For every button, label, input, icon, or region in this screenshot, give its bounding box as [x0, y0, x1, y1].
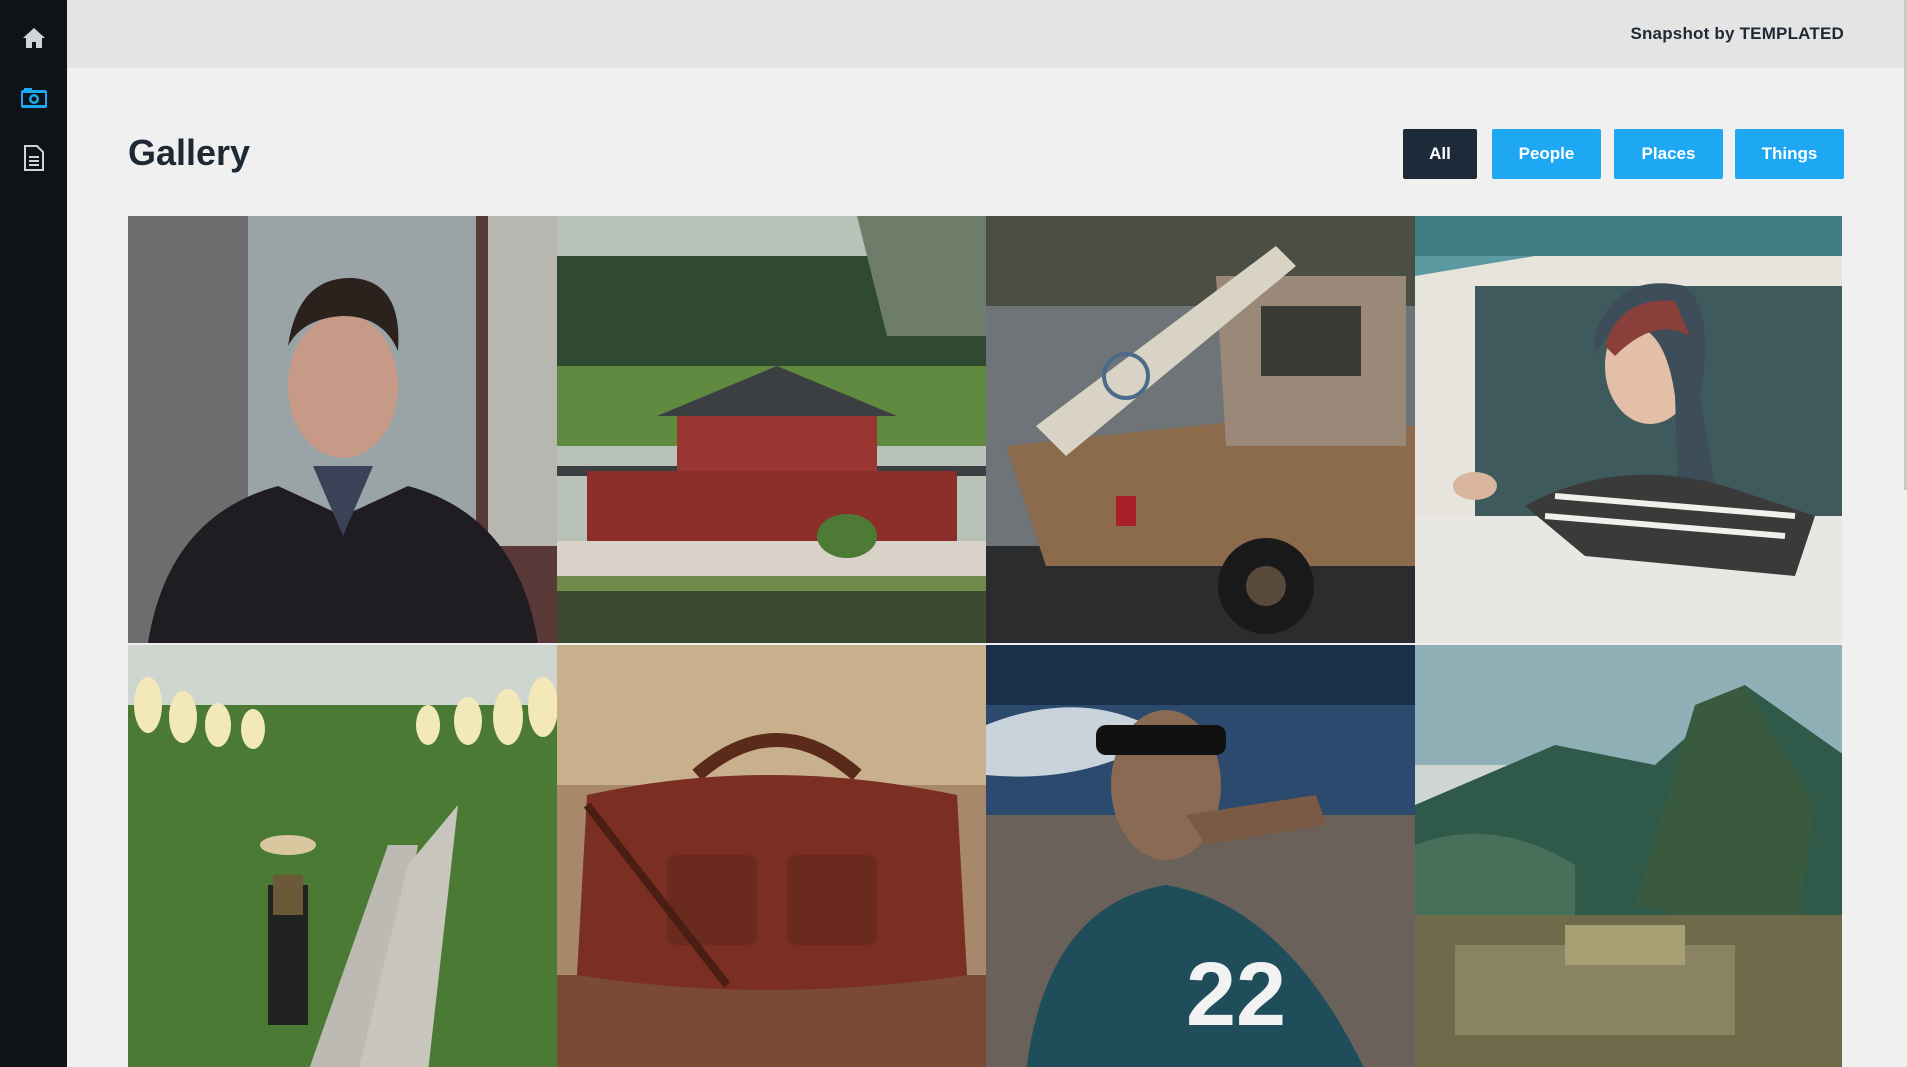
filter-all-button[interactable]: All: [1403, 129, 1477, 179]
home-icon[interactable]: [0, 8, 67, 68]
gallery-photo-truck[interactable]: [986, 216, 1415, 643]
photo-gallery: 22: [128, 216, 1842, 1067]
filter-people-button[interactable]: People: [1492, 129, 1601, 179]
top-bar: Snapshot by TEMPLATED: [67, 0, 1907, 68]
page-title: Gallery: [128, 132, 251, 173]
camera-icon[interactable]: [0, 68, 67, 128]
gallery-photo-smoking-man[interactable]: 22: [986, 645, 1415, 1067]
sidebar: [0, 0, 67, 1067]
gallery-photo-lantern-path[interactable]: [128, 645, 557, 1067]
brand-text[interactable]: Snapshot by TEMPLATED: [1630, 24, 1844, 44]
filter-places-button[interactable]: Places: [1614, 129, 1723, 179]
gallery-photo-man-portrait[interactable]: [128, 216, 557, 643]
gallery-photo-machu-picchu[interactable]: [1415, 645, 1842, 1067]
gallery-photo-woman-car[interactable]: [1415, 216, 1842, 643]
filter-things-button[interactable]: Things: [1735, 129, 1844, 179]
gallery-photo-leather-bag[interactable]: [557, 645, 986, 1067]
svg-text:22: 22: [1186, 945, 1286, 1045]
document-icon[interactable]: [0, 128, 67, 188]
gallery-photo-temple[interactable]: [557, 216, 986, 643]
